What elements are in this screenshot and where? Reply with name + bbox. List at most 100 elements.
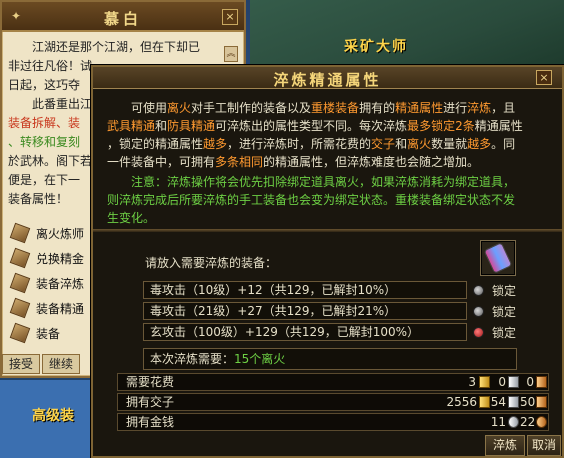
equipment-slot[interactable] [480, 240, 516, 276]
gold-bar-icon [479, 396, 490, 408]
resource-label: 需要花费 [126, 375, 175, 389]
description-text: 对手工制作的装备以及 [191, 101, 312, 115]
note-line: 注意：淬炼操作将会优先扣除绑定道具离火，如果淬炼消耗为绑定道具， [131, 175, 516, 189]
description-text: 。同 [491, 137, 516, 151]
description-text: 的精通属性，但淬炼难度也会随之增加。 [263, 155, 480, 169]
mastery-property-row[interactable]: 毒攻击（10级）+12（共129，已解封10%） [143, 281, 467, 299]
option-equip-mastery[interactable]: 装备精通 [9, 297, 92, 319]
highlighted-term: 离火 [407, 137, 432, 151]
option-equip[interactable]: 装备 [9, 322, 92, 344]
divider [93, 229, 562, 232]
copper-value: 50 [520, 395, 536, 409]
description-text: 和 [395, 137, 408, 151]
gold-value: 2556 [446, 395, 477, 409]
description-text: ，且 [491, 101, 516, 115]
lock-toggle[interactable]: 锁定 [473, 281, 516, 299]
copper-bar-icon [536, 396, 547, 408]
close-icon[interactable]: × [536, 70, 552, 85]
option-lihuo-refiner[interactable]: 离火炼师 [9, 222, 92, 244]
description-text: ，进行淬炼时，所需花费的 [227, 137, 372, 151]
refine-mastery-dialog: 淬炼精通属性 × 可使用离火对手工制作的装备以及重楼装备拥有的精通属性进行淬炼，… [91, 65, 564, 458]
description-text: 一件装备中，可拥有 [107, 155, 216, 169]
silver-value: 54 [490, 395, 506, 409]
accept-button[interactable]: 接受 [2, 354, 41, 374]
cost-label: 本次淬炼需要： [150, 352, 235, 366]
refine-dialog-header[interactable]: 淬炼精通属性 × [93, 67, 562, 89]
silver-coin-icon [508, 416, 519, 428]
highlighted-term: 武具精通 [107, 119, 156, 133]
lock-toggle[interactable]: 锁定 [473, 302, 516, 320]
description-text: 数量就 [431, 137, 468, 151]
highlighted-term: 最多锁定2条 [407, 119, 475, 133]
roof-scenery [250, 0, 564, 70]
close-icon[interactable]: × [222, 9, 238, 25]
scroll-up-icon[interactable]: ︽ [224, 46, 238, 62]
owned-jiaozi-row: 拥有交子 2556 54 50 [117, 393, 549, 411]
scroll-icon [9, 272, 31, 294]
gold-value: 3 [468, 375, 476, 389]
scroll-icon [9, 297, 31, 319]
description-text: 可使用 [131, 101, 168, 115]
highlighted-term: 淬炼 [467, 101, 492, 115]
lock-radio-icon-selected[interactable] [473, 326, 484, 338]
scroll-icon [9, 322, 31, 344]
gold-bar-icon [479, 376, 490, 388]
npc-title[interactable]: 采矿大师 [344, 36, 408, 56]
mastery-property-row[interactable]: 毒攻击（21级）+27（共129，已解封21%） [143, 302, 467, 320]
refine-note: 注意：淬炼操作将会优先扣除绑定道具离火，如果淬炼消耗为绑定道具， 则淬炼完成后所… [107, 173, 553, 227]
npc-dialog-title: 慕白 [103, 10, 142, 28]
highlighted-term: 精通属性 [395, 101, 444, 115]
dialog-line: 江湖还是那个江湖，但在下却已 [32, 40, 201, 54]
refine-cost-box: 本次淬炼需要：15个离火 [143, 348, 517, 370]
description-text: 进行 [443, 101, 468, 115]
highlighted-term: 越多 [467, 137, 492, 151]
refine-dialog-title: 淬炼精通属性 [273, 71, 382, 89]
description-line: 可使用离火对手工制作的装备以及重楼装备拥有的精通属性进行淬炼，且 [107, 99, 553, 117]
highlighted-term: 离火 [167, 101, 192, 115]
npc-dialog-header[interactable]: ✦ 慕白 × [2, 2, 244, 32]
description-text: 精通属性 [474, 119, 523, 133]
silver-bar-icon [508, 396, 519, 408]
required-cost-row: 需要花费 3 0 0 [117, 373, 549, 391]
resource-label: 拥有金钱 [126, 415, 175, 429]
cancel-button[interactable]: 取消 [527, 435, 561, 456]
owned-money-row: 拥有金钱 11 22 [117, 413, 549, 431]
lock-radio-icon[interactable] [473, 284, 484, 296]
description-text: 可淬炼出的属性类型不同。每次淬炼 [215, 119, 408, 133]
footer-label: 高级装 [32, 408, 74, 424]
cost-value: 15个离火 [234, 352, 286, 366]
mastery-property-row[interactable]: 玄攻击（100级）+129（共129，已解封100%） [143, 323, 467, 341]
option-exchange-gold[interactable]: 兑换精金 [9, 247, 92, 269]
continue-button[interactable]: 继续 [42, 354, 81, 374]
resource-label: 拥有交子 [126, 395, 175, 409]
copper-value: 22 [520, 415, 536, 429]
description-line: 一件装备中，可拥有多条相同的精通属性，但淬炼难度也会随之增加。 [107, 153, 553, 171]
copper-value: 0 [526, 375, 534, 389]
scroll-icon [9, 222, 31, 244]
highlighted-term: 越多 [203, 137, 228, 151]
npc-dialog-actions: 接受 继续 [2, 354, 82, 376]
equipment-item-icon[interactable] [483, 241, 513, 275]
highlighted-term: 重楼装备 [311, 101, 360, 115]
silver-value: 0 [498, 375, 506, 389]
description-line: ，锁定的精通属性越多，进行淬炼时，所需花费的交子和离火数量就越多。同 [107, 135, 553, 153]
refine-button[interactable]: 淬炼 [485, 435, 525, 456]
option-equip-refine[interactable]: 装备淬炼 [9, 272, 92, 294]
highlighted-term: 防具精通 [167, 119, 216, 133]
silver-bar-icon [508, 376, 519, 388]
copper-coin-icon [536, 416, 547, 428]
scroll-icon [9, 247, 31, 269]
lock-toggle[interactable]: 锁定 [473, 323, 516, 341]
description-text: 和 [155, 119, 168, 133]
highlighted-term: 交子 [371, 137, 396, 151]
refine-description: 可使用离火对手工制作的装备以及重楼装备拥有的精通属性进行淬炼，且 武具精通和防具精… [107, 99, 553, 171]
note-line: 生变化。 [107, 211, 156, 225]
description-text: ，锁定的精通属性 [107, 137, 204, 151]
note-line: 则淬炼完成后所要淬炼的手工装备也会变为绑定状态。重楼装备绑定状态不发 [107, 193, 516, 207]
silver-value: 11 [490, 415, 506, 429]
copper-bar-icon [536, 376, 547, 388]
lock-radio-icon[interactable] [473, 305, 484, 317]
equip-prompt: 请放入需要淬炼的装备： [145, 256, 278, 270]
description-text: 拥有的 [359, 101, 396, 115]
highlighted-term: 多条相同 [215, 155, 264, 169]
